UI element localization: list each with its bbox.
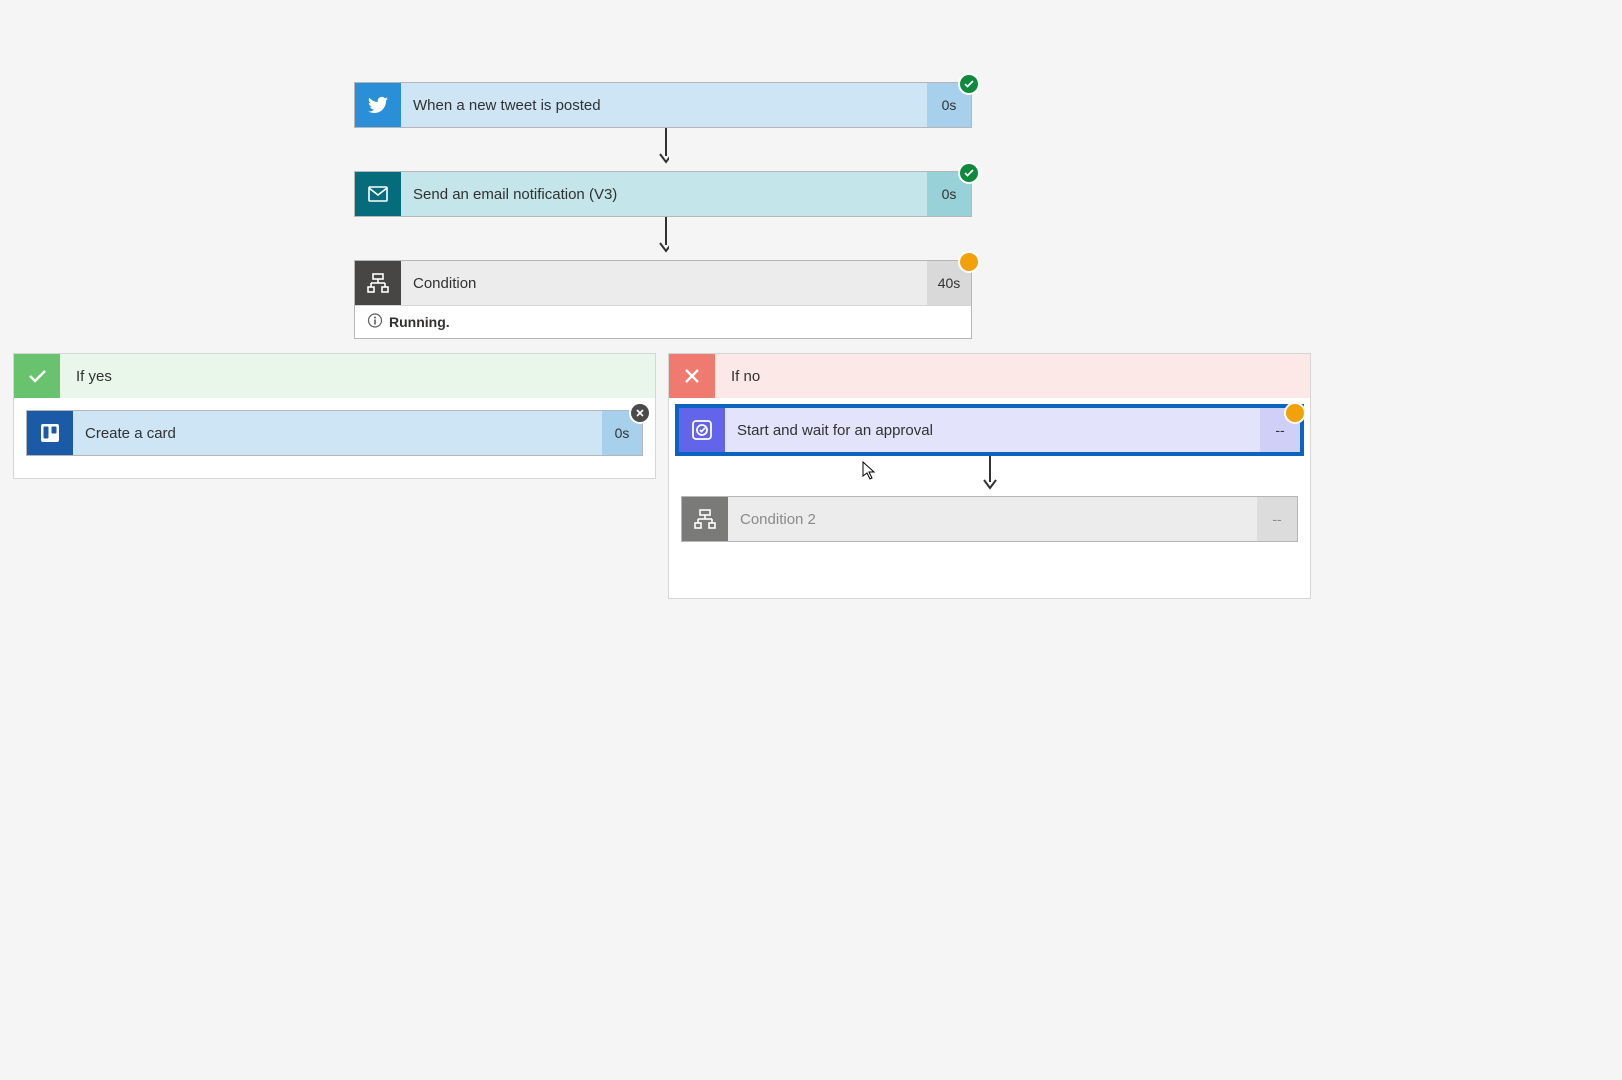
condition-icon [355, 261, 401, 305]
flow-arrow [657, 219, 669, 253]
status-badge-success [960, 164, 978, 182]
step-duration: 0s [942, 97, 957, 113]
step-title: When a new tweet is posted [413, 97, 601, 114]
status-badge-success [960, 75, 978, 93]
twitter-icon [355, 83, 401, 127]
status-badge-cancelled [631, 404, 649, 422]
approval-icon [679, 408, 725, 452]
x-icon [669, 354, 715, 398]
step-duration: 0s [615, 425, 630, 441]
status-badge-running [1286, 404, 1304, 422]
branch-header-yes: If yes [14, 354, 655, 398]
info-icon [367, 313, 383, 332]
flow-step-start-approval[interactable]: Start and wait for an approval -- [675, 404, 1304, 456]
mail-icon [355, 172, 401, 216]
step-title: Start and wait for an approval [737, 422, 933, 439]
branch-label: If yes [76, 368, 112, 385]
branch-if-yes[interactable]: If yes Create a card 0s [13, 353, 656, 479]
flow-step-condition-2[interactable]: Condition 2 -- [681, 496, 1298, 542]
condition-status-row: Running. [355, 305, 971, 338]
step-title: Create a card [85, 425, 176, 442]
condition-icon [682, 497, 728, 541]
mouse-cursor [862, 461, 878, 485]
flow-arrow [669, 456, 1310, 490]
flow-arrow [657, 130, 669, 164]
step-duration: -- [1275, 422, 1284, 438]
branch-header-no: If no [669, 354, 1310, 398]
flow-step-twitter-trigger[interactable]: When a new tweet is posted 0s [354, 82, 972, 128]
step-title: Condition 2 [740, 511, 816, 528]
step-title: Send an email notification (V3) [413, 186, 617, 203]
step-duration: -- [1272, 511, 1281, 527]
condition-status-text: Running. [389, 314, 450, 330]
check-icon [14, 354, 60, 398]
flow-step-email-notification[interactable]: Send an email notification (V3) 0s [354, 171, 972, 217]
flow-step-create-card[interactable]: Create a card 0s [26, 410, 643, 456]
flow-step-condition[interactable]: Condition 40s Running. [354, 260, 972, 339]
step-duration: 40s [938, 275, 961, 291]
branch-if-no[interactable]: If no Start and wait for an approval -- … [668, 353, 1311, 599]
step-duration: 0s [942, 186, 957, 202]
branch-label: If no [731, 368, 760, 385]
step-title: Condition [413, 275, 476, 292]
trello-icon [27, 411, 73, 455]
status-badge-running [960, 253, 978, 271]
